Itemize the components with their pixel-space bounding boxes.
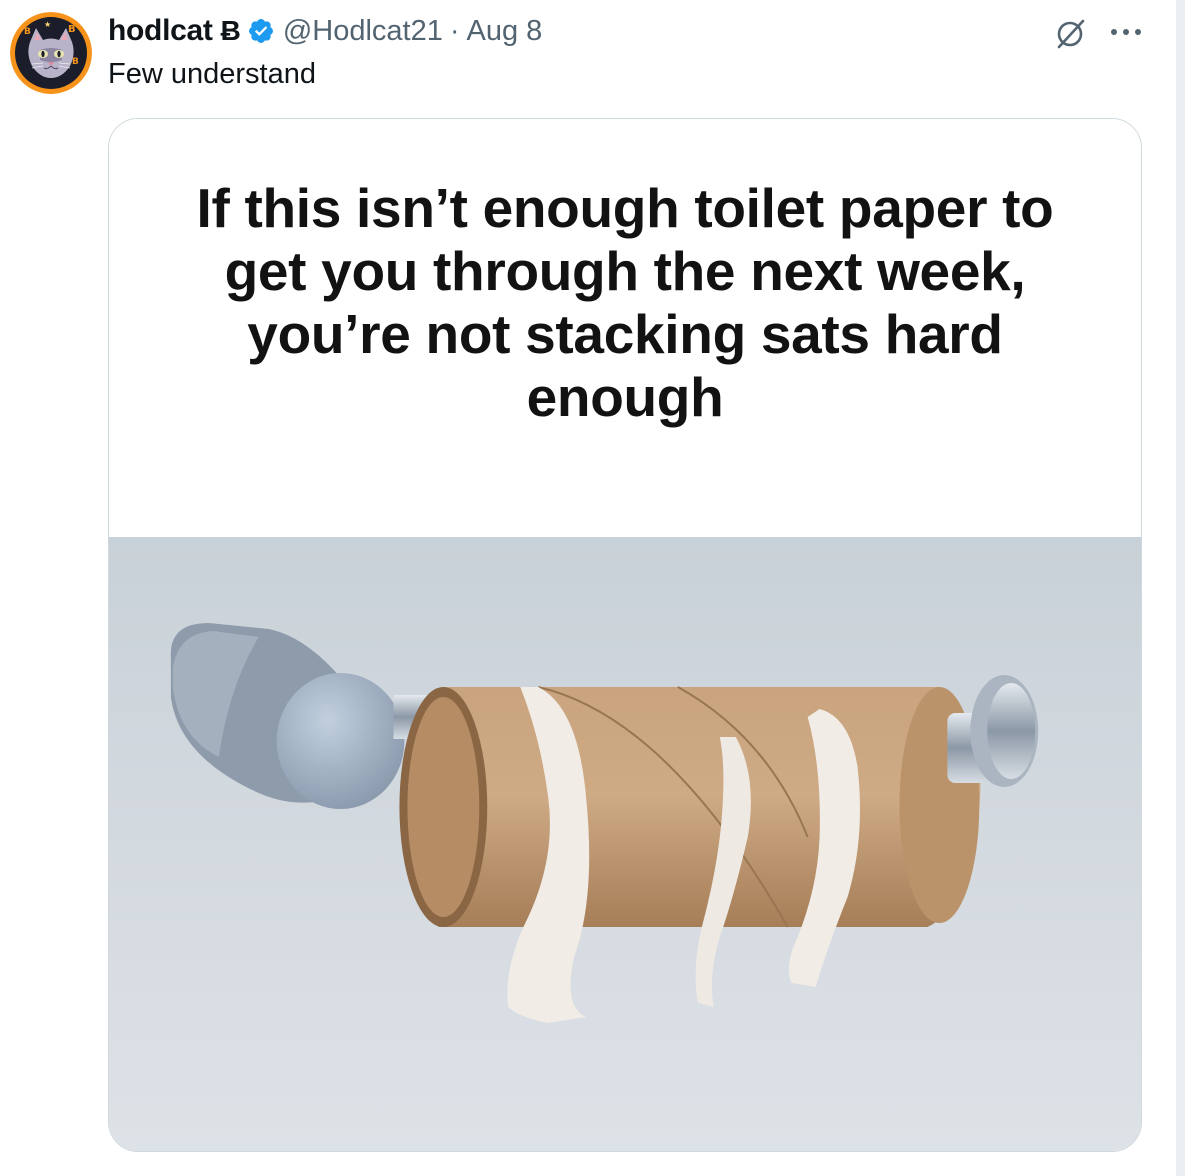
tweet-text: Few understand xyxy=(108,58,316,90)
verified-badge-icon xyxy=(247,17,275,45)
tweet-date[interactable]: Aug 8 xyxy=(467,15,543,48)
svg-text:B: B xyxy=(72,57,79,67)
meme-caption: If this isn’t enough toilet paper to get… xyxy=(196,177,1054,428)
tweet-card[interactable]: B B B ★ hodlcat Ƀ @Hodlcat21 · Aug 8 Few… xyxy=(0,0,1185,1176)
header-separator: · xyxy=(449,14,460,47)
more-options-icon xyxy=(1111,29,1141,35)
svg-text:★: ★ xyxy=(44,20,51,29)
author-handle[interactable]: @Hodlcat21 xyxy=(283,15,443,48)
svg-text:B: B xyxy=(68,24,76,35)
meme-caption-area: If this isn’t enough toilet paper to get… xyxy=(109,119,1141,539)
bitcoin-glyph: Ƀ xyxy=(220,15,241,46)
grok-button[interactable] xyxy=(1052,16,1088,52)
cat-avatar-icon: B B B ★ xyxy=(10,12,92,94)
empty-toilet-paper-roll-image xyxy=(109,537,1141,1151)
tweet-header: hodlcat Ƀ @Hodlcat21 · Aug 8 xyxy=(108,10,542,52)
grok-icon xyxy=(1057,19,1085,49)
scrollbar-track xyxy=(1176,0,1185,1176)
author-avatar[interactable]: B B B ★ xyxy=(10,12,92,94)
svg-text:B: B xyxy=(24,27,31,37)
more-options-button[interactable] xyxy=(1103,12,1149,52)
tweet-media[interactable]: If this isn’t enough toilet paper to get… xyxy=(108,118,1142,1152)
author-display-name[interactable]: hodlcat xyxy=(108,14,213,48)
